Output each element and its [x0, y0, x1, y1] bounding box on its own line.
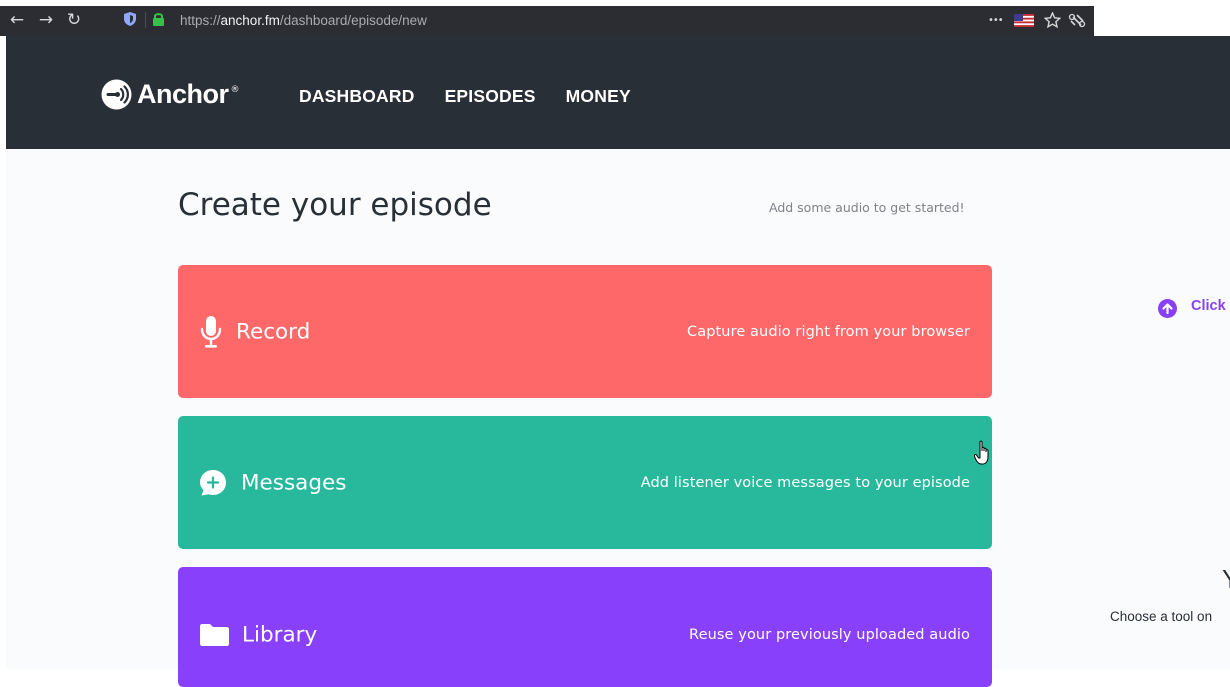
url-prefix: https:// — [180, 13, 221, 28]
record-tool-card[interactable]: Record Capture audio right from your bro… — [178, 265, 992, 398]
address-separator — [145, 12, 146, 28]
lock-icon[interactable] — [152, 12, 165, 26]
bookmark-star-icon[interactable] — [1044, 12, 1061, 28]
site-header: Anchor ® DASHBOARD EPISODES MONEY — [6, 36, 1230, 149]
main-nav: DASHBOARD EPISODES MONEY — [299, 86, 631, 107]
extension-link-icon[interactable] — [1068, 12, 1086, 28]
folder-icon — [200, 624, 229, 646]
page-title: Create your episode — [178, 187, 492, 223]
url-field[interactable]: https://anchor.fm/dashboard/episode/new — [180, 6, 427, 36]
arrow-right-icon[interactable]: → — [35, 6, 57, 36]
nav-episodes[interactable]: EPISODES — [445, 86, 536, 107]
anchor-logo[interactable]: Anchor ® — [101, 76, 240, 112]
messages-description: Add listener voice messages to your epis… — [640, 474, 970, 491]
arrow-left-icon[interactable]: ← — [6, 6, 28, 36]
side-heading: Y — [1222, 564, 1230, 595]
nav-money[interactable]: MONEY — [566, 86, 631, 107]
tracking-shield-icon[interactable] — [124, 12, 136, 26]
nav-dashboard[interactable]: DASHBOARD — [299, 86, 415, 107]
brand-name: Anchor — [137, 78, 229, 109]
anchor-logo-icon — [101, 79, 132, 109]
microphone-icon — [200, 315, 222, 348]
url-host: anchor.fm — [220, 13, 280, 28]
add-message-icon — [200, 469, 226, 495]
messages-title: Messages — [241, 470, 347, 495]
library-title: Library — [242, 622, 318, 648]
record-title: Record — [236, 319, 311, 344]
browser-toolbar: ← → ↻ https://anchor.fm/dashboard/episod… — [0, 0, 1230, 36]
registered-mark: ® — [230, 85, 240, 95]
record-description: Capture audio right from your browser — [686, 323, 970, 340]
main-content: Create your episode Add some audio to ge… — [6, 149, 1230, 687]
library-tool-card[interactable]: Library Reuse your previously uploaded a… — [178, 567, 992, 687]
reload-icon[interactable]: ↻ — [63, 6, 85, 36]
url-path: /dashboard/episode/new — [279, 13, 427, 28]
page-actions-icon[interactable]: ••• — [988, 6, 1004, 36]
us-flag-icon[interactable] — [1014, 14, 1034, 27]
upload-arrow-icon[interactable] — [1158, 299, 1177, 318]
hand-cursor-icon — [974, 440, 989, 465]
side-subtext: Choose a tool on — [1110, 609, 1213, 624]
page-hint: Add some audio to get started! — [769, 200, 965, 215]
upload-hint-text[interactable]: Click — [1191, 298, 1226, 314]
messages-tool-card[interactable]: Messages Add listener voice messages to … — [178, 416, 992, 549]
library-description: Reuse your previously uploaded audio — [689, 627, 970, 643]
